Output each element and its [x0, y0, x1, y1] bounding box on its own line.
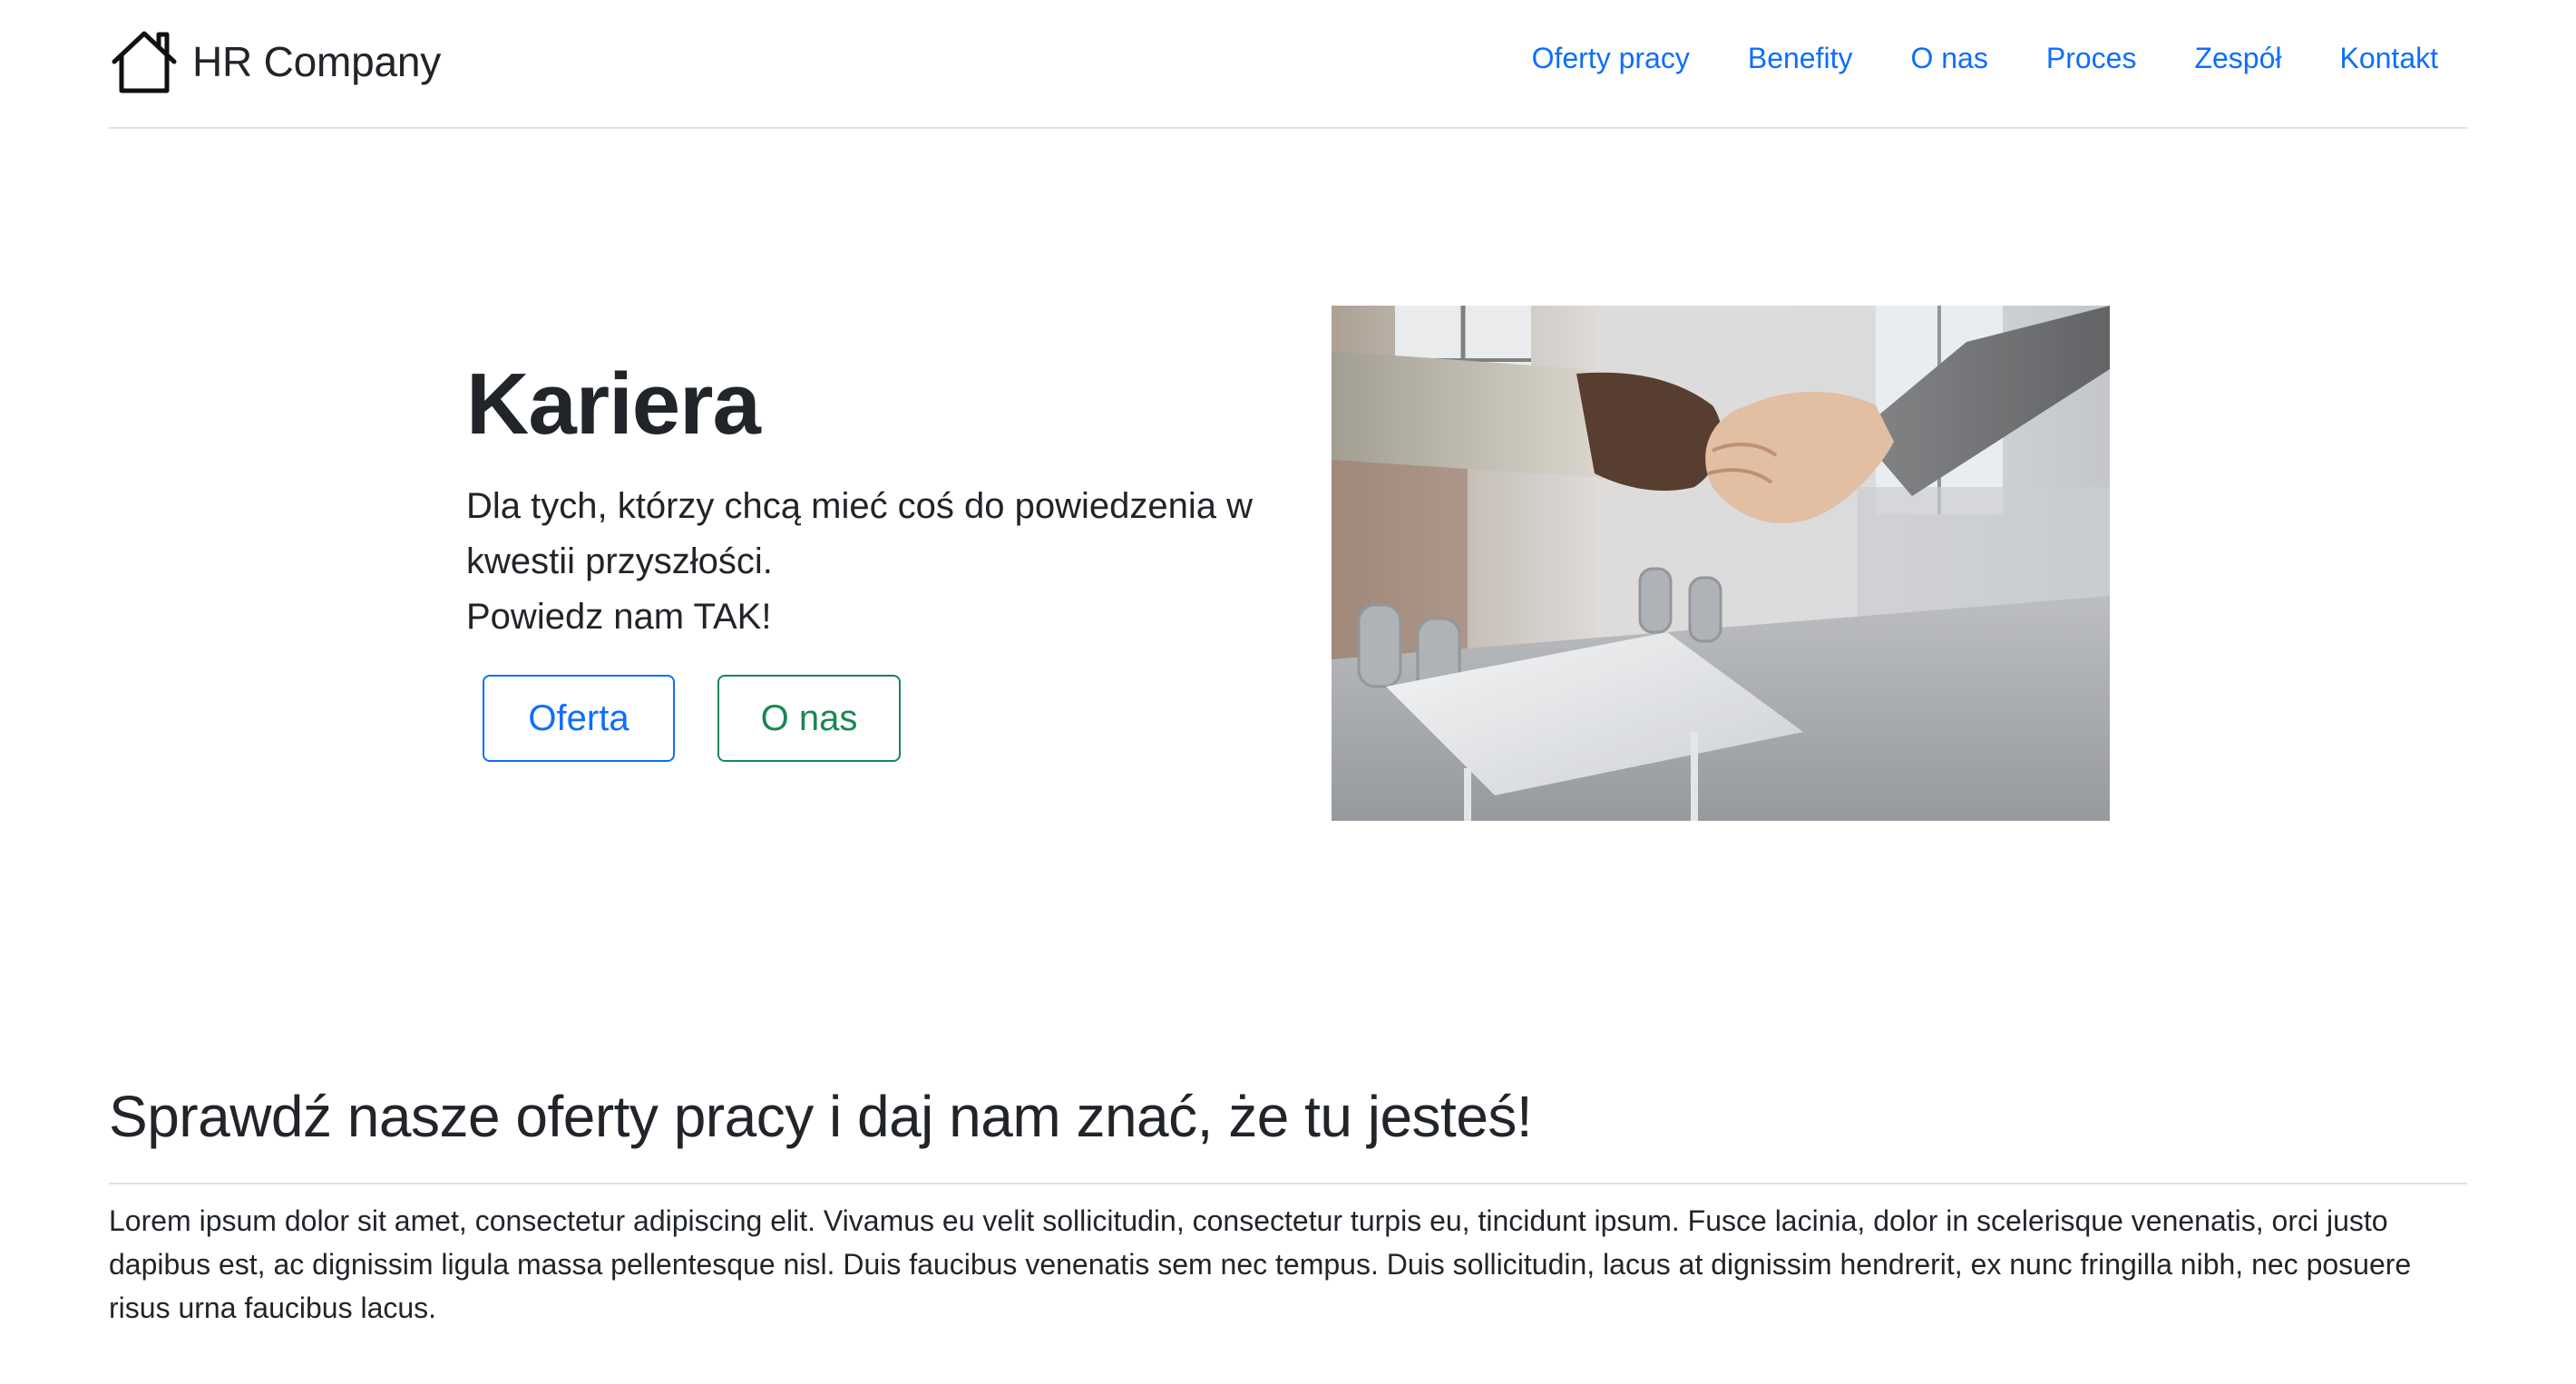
brand-name: HR Company [192, 38, 442, 85]
nav-link-o-nas[interactable]: O nas [1910, 42, 1987, 75]
handshake-office-photo [1332, 306, 2110, 821]
section-text: Lorem ipsum dolor sit amet, consectetur … [109, 1204, 2412, 1324]
hero-lead-line1: Dla tych, którzy chcą mieć coś do powied… [466, 486, 1254, 581]
main-nav: Oferty pracy Benefity O nas Proces Zespó… [1474, 42, 2438, 75]
site-header: HR Company Oferty pracy Benefity O nas P… [109, 0, 2467, 129]
hero-lead: Dla tych, którzy chcą mieć coś do powied… [466, 479, 1264, 645]
o-nas-button[interactable]: O nas [717, 675, 901, 762]
hero-lead-line2: Powiedz nam TAK! [466, 597, 772, 637]
section-divider [109, 1183, 2467, 1184]
section-title: Sprawdź nasze oferty pracy i daj nam zna… [109, 1084, 1533, 1149]
nav-link-benefity[interactable]: Benefity [1748, 42, 1853, 75]
brand-link[interactable]: HR Company [109, 29, 441, 94]
nav-link-proces[interactable]: Proces [2046, 42, 2137, 75]
nav-link-oferty-pracy[interactable]: Oferty pracy [1532, 42, 1690, 75]
nav-link-zespol[interactable]: Zespół [2194, 42, 2281, 75]
hero-image [1332, 306, 2110, 821]
house-icon [112, 31, 177, 93]
hero-title: Kariera [466, 356, 761, 453]
oferta-button[interactable]: Oferta [483, 675, 675, 762]
nav-link-kontakt[interactable]: Kontakt [2339, 42, 2438, 75]
